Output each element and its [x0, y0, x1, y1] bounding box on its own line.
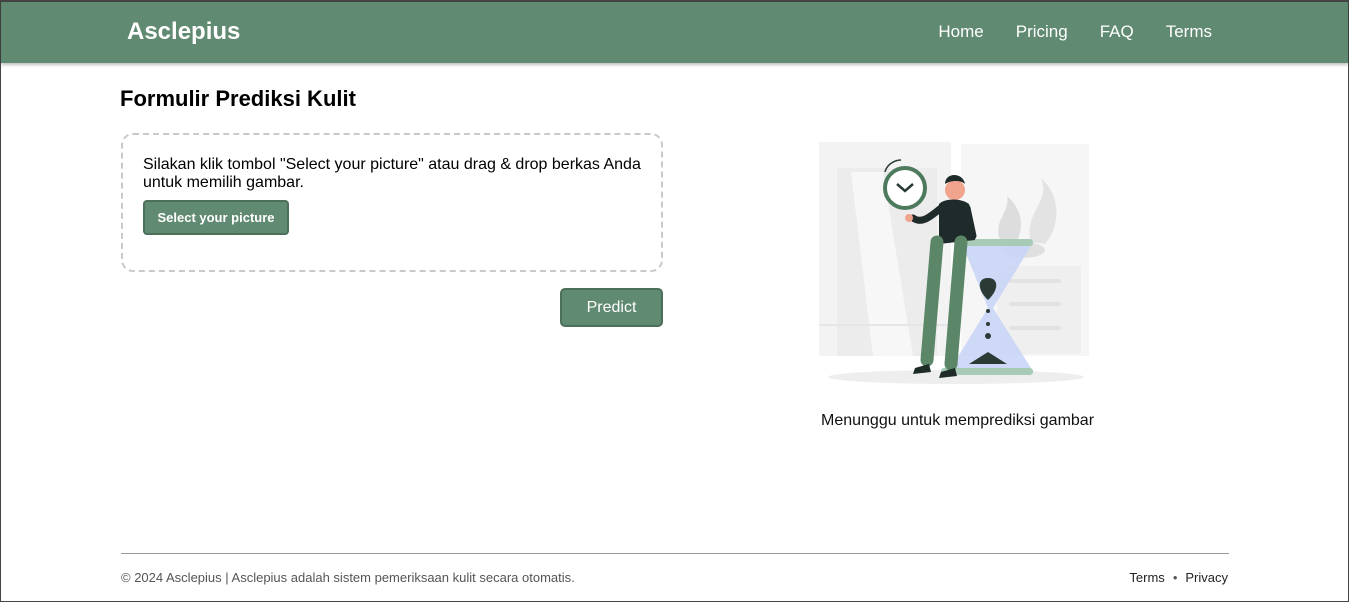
predict-button[interactable]: Predict	[560, 288, 663, 327]
footer-copyright: © 2024 Asclepius | Asclepius adalah sist…	[121, 570, 575, 585]
nav-faq-link[interactable]: FAQ	[1100, 22, 1134, 42]
nav-links: Home Pricing FAQ Terms	[938, 22, 1212, 42]
waiting-hourglass-illustration	[819, 142, 1089, 384]
select-picture-button[interactable]: Select your picture	[143, 200, 289, 235]
nav-home-link[interactable]: Home	[938, 22, 983, 42]
footer-terms-link[interactable]: Terms	[1129, 570, 1164, 585]
file-dropzone[interactable]: Silakan klik tombol "Select your picture…	[121, 133, 663, 272]
navbar: Asclepius Home Pricing FAQ Terms	[1, 2, 1348, 63]
footer-links: Terms • Privacy	[1129, 570, 1228, 585]
waiting-status-text: Menunggu untuk memprediksi gambar	[821, 412, 1095, 429]
footer-privacy-link[interactable]: Privacy	[1185, 570, 1228, 585]
brand-logo[interactable]: Asclepius	[127, 18, 240, 46]
page-title: Formulir Prediksi Kulit	[120, 86, 356, 111]
nav-terms-link[interactable]: Terms	[1166, 22, 1212, 42]
footer-separator: •	[1172, 570, 1178, 585]
dropzone-instructions: Silakan klik tombol "Select your picture…	[143, 156, 641, 191]
footer-divider	[121, 553, 1229, 554]
nav-pricing-link[interactable]: Pricing	[1016, 22, 1068, 42]
